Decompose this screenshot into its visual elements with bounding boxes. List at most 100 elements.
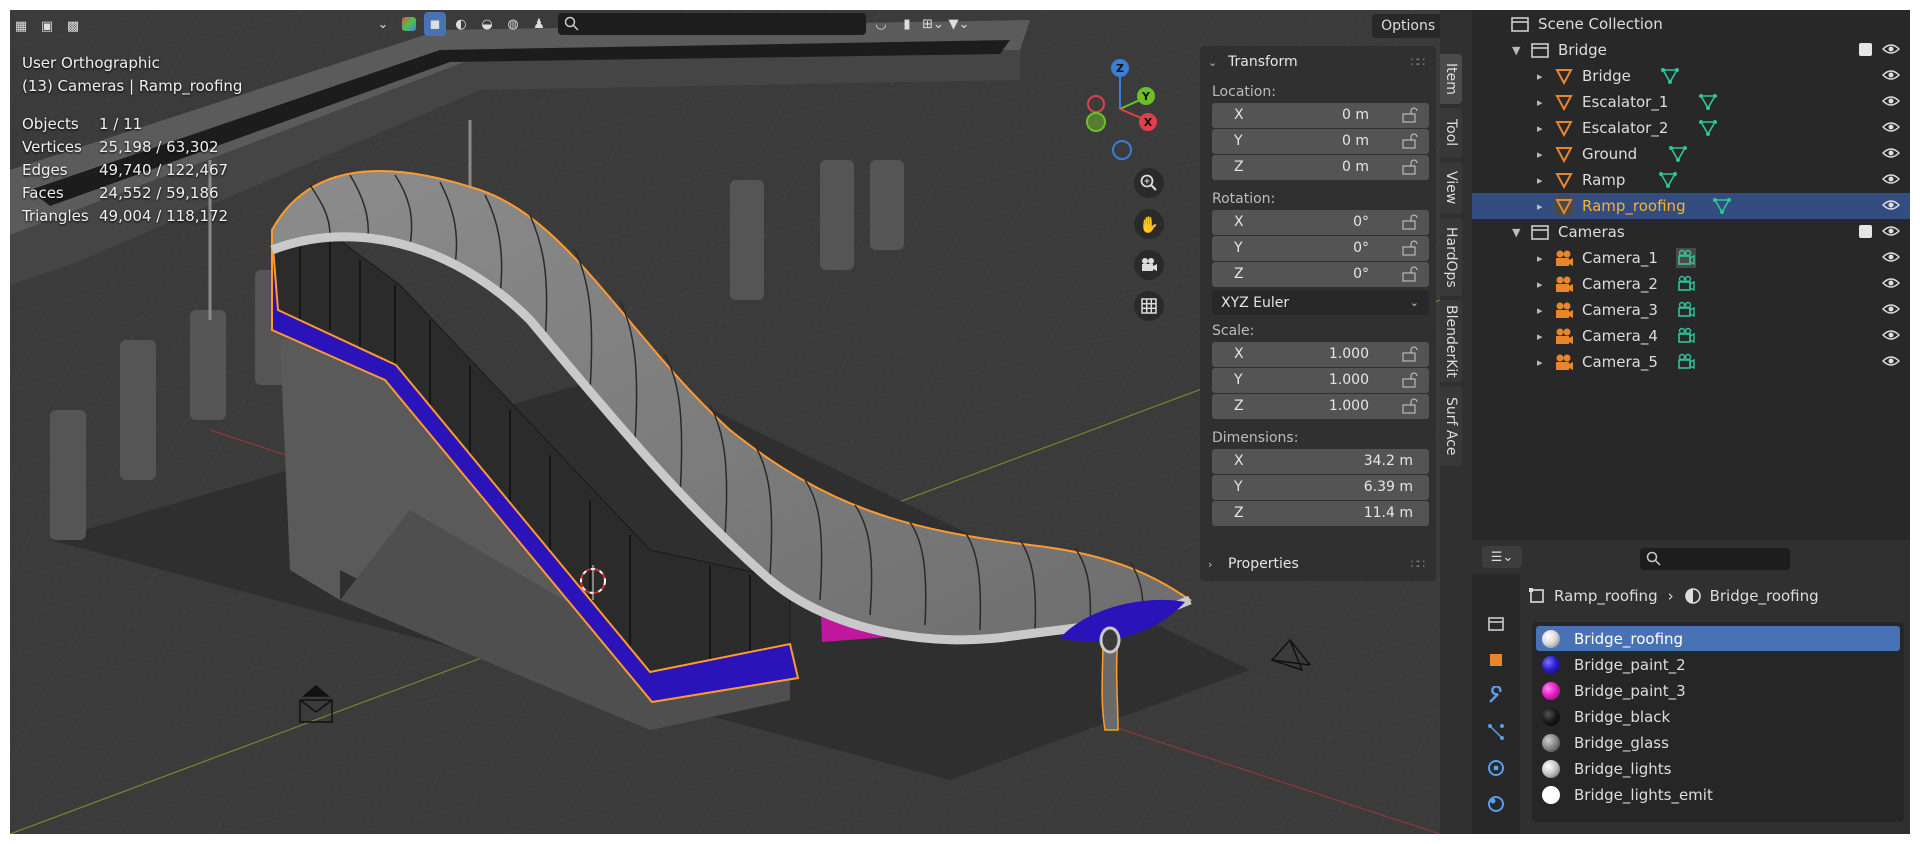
- rotation-mode-select[interactable]: XYZ Euler ⌄: [1212, 290, 1429, 315]
- eye-icon[interactable]: [1881, 42, 1901, 60]
- bookmark-icon[interactable]: ▮: [896, 12, 918, 36]
- object-row-bridge[interactable]: ▸ Bridge: [1472, 63, 1910, 89]
- tab-tool[interactable]: Tool: [1440, 108, 1462, 158]
- tab-view[interactable]: View: [1440, 162, 1462, 214]
- location-y-field[interactable]: Y 0 m: [1212, 129, 1429, 154]
- select-mode-icon[interactable]: ▦: [10, 14, 32, 38]
- mesh-data-icon[interactable]: [1698, 92, 1718, 112]
- mesh-data-icon[interactable]: [1698, 118, 1718, 138]
- visibility-chevron-icon[interactable]: ⌄: [372, 12, 394, 36]
- filter-icon[interactable]: ▼⌄: [948, 12, 970, 36]
- chevron-down-icon[interactable]: ▼: [1512, 226, 1520, 239]
- chevron-right-icon[interactable]: ▸: [1537, 304, 1543, 317]
- unlock-icon[interactable]: [1401, 159, 1421, 175]
- eye-icon[interactable]: [1881, 302, 1901, 320]
- camera-data-icon[interactable]: [1676, 248, 1696, 268]
- gizmo-color-icon[interactable]: [398, 12, 420, 36]
- mesh-data-icon[interactable]: [1660, 66, 1680, 86]
- camera-view-icon[interactable]: [1134, 250, 1164, 280]
- neg-x-axis-icon[interactable]: [1087, 95, 1105, 113]
- material-slot[interactable]: Bridge_lights_emit: [1536, 782, 1900, 807]
- chevron-right-icon[interactable]: ▸: [1537, 330, 1543, 343]
- object-row-camera-2[interactable]: ▸ Camera_2: [1472, 271, 1910, 297]
- unlock-icon[interactable]: [1401, 240, 1421, 256]
- neg-z-axis-icon[interactable]: [1112, 140, 1132, 160]
- zoom-icon[interactable]: [1134, 168, 1164, 198]
- tab-hardops[interactable]: HardOps: [1440, 218, 1462, 296]
- location-z-field[interactable]: Z 0 m: [1212, 155, 1429, 180]
- eye-icon[interactable]: [1881, 328, 1901, 346]
- object-row-camera-4[interactable]: ▸ Camera_4: [1472, 323, 1910, 349]
- 3d-viewport[interactable]: ▦ ▣ ▩ ⌄ ◼ ◐ ◒ ◍ ♟ ◡ ▮ ⊞⌄ ▼⌄ Options⌄ Use…: [10, 10, 1440, 834]
- material-slot-list[interactable]: Bridge_roofing Bridge_paint_2 Bridge_pai…: [1532, 622, 1904, 822]
- select-box-icon[interactable]: ▣: [36, 14, 58, 38]
- mesh-data-icon[interactable]: [1668, 144, 1688, 164]
- object-row-ground[interactable]: ▸ Ground: [1472, 141, 1910, 167]
- exclude-checkbox[interactable]: [1859, 43, 1872, 56]
- outliner[interactable]: Scene Collection ▼ Bridge ▸ Bridge ▸ Esc…: [1472, 10, 1910, 540]
- grid-projection-icon[interactable]: [1134, 291, 1164, 321]
- rotation-z-field[interactable]: Z 0°: [1212, 262, 1429, 287]
- neg-y-axis-icon[interactable]: [1086, 112, 1106, 132]
- transform-panel-header[interactable]: ⌄ Transform ∷∷: [1200, 46, 1436, 78]
- tool-settings-icon[interactable]: [1486, 614, 1506, 634]
- tab-blenderkit[interactable]: BlenderKit: [1440, 300, 1462, 382]
- object-row-camera-3[interactable]: ▸ Camera_3: [1472, 297, 1910, 323]
- properties-search-input[interactable]: [1640, 548, 1790, 570]
- eye-icon[interactable]: [1881, 68, 1901, 86]
- eye-icon[interactable]: [1881, 276, 1901, 294]
- physics-icon[interactable]: [1486, 758, 1506, 778]
- pan-hand-icon[interactable]: ✋: [1134, 209, 1164, 239]
- scale-x-field[interactable]: X 1.000: [1212, 342, 1429, 367]
- object-row-escalator-2[interactable]: ▸ Escalator_2: [1472, 115, 1910, 141]
- options-dropdown[interactable]: Options⌄: [1372, 14, 1440, 38]
- object-row-camera-1[interactable]: ▸ Camera_1: [1472, 245, 1910, 271]
- eye-icon[interactable]: [1881, 94, 1901, 112]
- chevron-right-icon[interactable]: ▸: [1537, 122, 1543, 135]
- curve-icon[interactable]: ◡: [870, 12, 892, 36]
- editor-type-dropdown[interactable]: ☰⌄: [1482, 546, 1522, 568]
- collection-row-cameras[interactable]: ▼ Cameras: [1472, 219, 1910, 245]
- location-x-field[interactable]: X 0 m: [1212, 103, 1429, 128]
- unlock-icon[interactable]: [1401, 266, 1421, 282]
- chevron-right-icon[interactable]: ▸: [1537, 148, 1543, 161]
- drag-grip-icon[interactable]: ∷∷: [1411, 55, 1425, 69]
- scale-z-field[interactable]: Z 1.000: [1212, 394, 1429, 419]
- navigation-gizmo[interactable]: Z Y X: [1070, 54, 1180, 174]
- camera-data-icon[interactable]: [1676, 274, 1696, 294]
- eye-icon[interactable]: [1881, 354, 1901, 372]
- unlock-icon[interactable]: [1401, 133, 1421, 149]
- select-extend-icon[interactable]: ▩: [62, 14, 84, 38]
- eye-icon[interactable]: [1881, 120, 1901, 138]
- chevron-right-icon[interactable]: ▸: [1537, 278, 1543, 291]
- material-shading-icon[interactable]: ◐: [450, 12, 472, 36]
- material-slot[interactable]: Bridge_black: [1536, 704, 1900, 729]
- camera-data-icon[interactable]: [1676, 300, 1696, 320]
- unlock-icon[interactable]: [1401, 398, 1421, 414]
- tab-surf-ace[interactable]: Surf Ace: [1440, 386, 1462, 466]
- solid-shading-icon[interactable]: ◼: [424, 12, 446, 36]
- dimensions-z-field[interactable]: Z 11.4 m: [1212, 501, 1429, 526]
- eye-icon[interactable]: [1881, 146, 1901, 164]
- object-row-escalator-1[interactable]: ▸ Escalator_1: [1472, 89, 1910, 115]
- layout-icon[interactable]: ⊞⌄: [922, 12, 944, 36]
- dimensions-y-field[interactable]: Y 6.39 m: [1212, 475, 1429, 500]
- constraints-icon[interactable]: [1486, 794, 1506, 814]
- eye-icon[interactable]: [1881, 172, 1901, 190]
- material-slot[interactable]: Bridge_roofing: [1536, 626, 1900, 651]
- rendered-shading-icon[interactable]: ◒: [476, 12, 498, 36]
- material-slot[interactable]: Bridge_lights: [1536, 756, 1900, 781]
- properties-panel-header[interactable]: › Properties ∷∷: [1200, 548, 1436, 580]
- material-slot[interactable]: Bridge_paint_2: [1536, 652, 1900, 677]
- object-properties-icon[interactable]: [1486, 650, 1506, 670]
- unlock-icon[interactable]: [1401, 346, 1421, 362]
- particles-icon[interactable]: [1486, 722, 1506, 742]
- mesh-data-icon[interactable]: [1712, 196, 1732, 216]
- tab-item[interactable]: Item: [1440, 54, 1462, 104]
- chevron-right-icon[interactable]: ▸: [1537, 174, 1543, 187]
- unlock-icon[interactable]: [1401, 372, 1421, 388]
- viewport-search-input[interactable]: [558, 13, 866, 35]
- collection-row-bridge[interactable]: ▼ Bridge: [1472, 37, 1910, 63]
- unlock-icon[interactable]: [1401, 107, 1421, 123]
- eye-icon[interactable]: [1881, 198, 1901, 216]
